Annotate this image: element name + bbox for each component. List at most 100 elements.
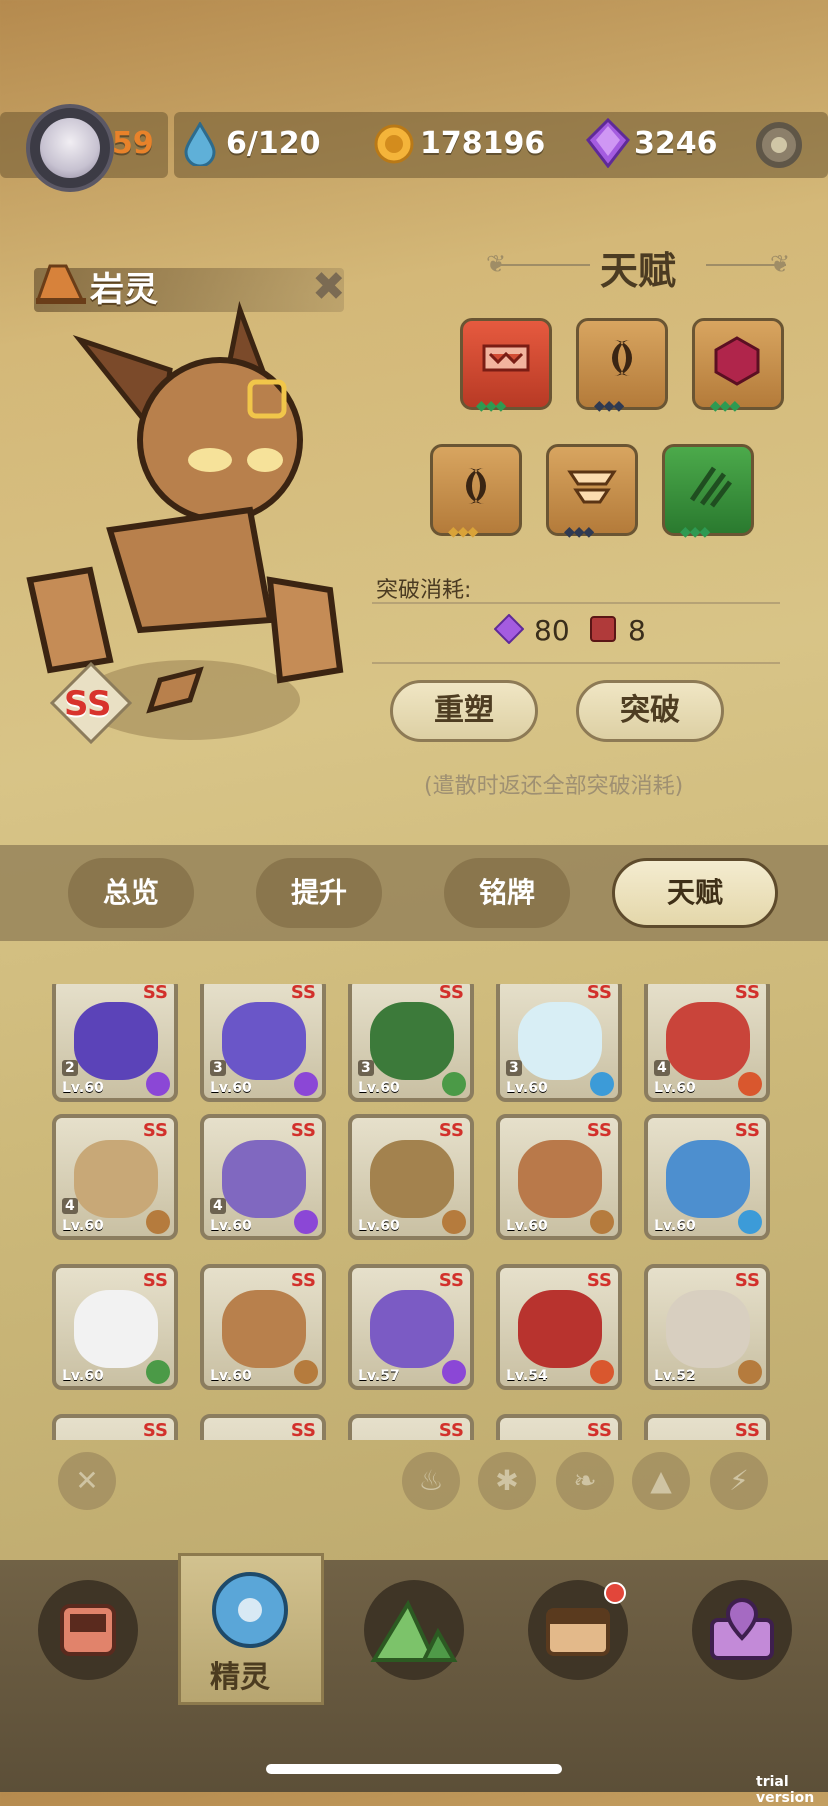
clear-filter-close-icon[interactable]: ✕ xyxy=(58,1452,116,1510)
spirit-card[interactable]: SS xyxy=(200,1414,326,1440)
nav-spirit-label: 精灵 xyxy=(210,1660,270,1695)
card-level: Lv.60 xyxy=(506,1218,548,1234)
breakthrough-hint: (遣散时返还全部突破消耗) xyxy=(424,774,684,799)
ice-filter-icon[interactable]: ✱ xyxy=(478,1452,536,1510)
spirit-card[interactable]: SS Lv.60 xyxy=(52,1264,178,1390)
spirit-portrait xyxy=(370,1290,454,1368)
map-pin-icon xyxy=(710,1597,774,1660)
card-level: Lv.60 xyxy=(654,1218,696,1234)
avatar-portrait xyxy=(40,118,100,178)
spirit-card[interactable]: SS 3 Lv.60 xyxy=(496,984,622,1102)
tab-nameplate[interactable]: 铭牌 xyxy=(444,858,570,928)
divider xyxy=(500,264,590,266)
card-star: 4 xyxy=(62,1198,78,1214)
card-rank: SS xyxy=(586,1120,612,1141)
gem-icon xyxy=(494,614,524,644)
cost-gems-value: 80 xyxy=(534,614,570,647)
ice-element-icon xyxy=(738,1210,762,1234)
spirit-portrait xyxy=(370,1140,454,1218)
spirit-card[interactable]: SS 4 Lv.60 xyxy=(644,984,770,1102)
crescent-icon xyxy=(466,468,486,504)
card-rank: SS xyxy=(142,1420,168,1440)
spirit-card[interactable]: SS 3 Lv.60 xyxy=(348,984,474,1102)
earth-element-icon xyxy=(738,1360,762,1384)
breakthrough-button[interactable]: 突破 xyxy=(576,680,724,742)
crescent-icon xyxy=(612,340,632,376)
coin-value: 178196 xyxy=(420,126,546,161)
spirit-card-grid: SS 2 Lv.60 SS 3 Lv.60 SS 3 Lv.60 SS 3 Lv.60 SS 4 Lv.60… xyxy=(0,984,828,1440)
fire-filter-icon[interactable]: ♨ xyxy=(402,1452,460,1510)
earth-element-icon xyxy=(442,1210,466,1234)
gem-icon xyxy=(586,118,630,168)
card-rank: SS xyxy=(438,1270,464,1291)
spirit-portrait xyxy=(666,1290,750,1368)
lightning-element-icon xyxy=(442,1360,466,1384)
tab-talent[interactable]: 天赋 xyxy=(612,858,778,928)
spirit-card[interactable]: SS xyxy=(644,1414,770,1440)
spirit-card[interactable]: SS xyxy=(348,1414,474,1440)
player-level: 59 xyxy=(112,126,154,161)
earth-element-icon xyxy=(36,264,86,304)
hero-rank: SS xyxy=(64,684,112,724)
spirit-card[interactable]: SS 2 Lv.60 xyxy=(52,984,178,1102)
spirit-card[interactable]: SS Lv.54 xyxy=(496,1264,622,1390)
spirit-card[interactable]: SS 4 Lv.60 xyxy=(200,1114,326,1240)
top-resource-bar: 59 6/120 178196 3246 xyxy=(0,104,828,192)
talent-title: 天赋 xyxy=(600,249,677,293)
spirit-portrait xyxy=(666,1002,750,1080)
player-avatar[interactable] xyxy=(26,104,114,192)
talent-grade-dots: ◆◆◆ xyxy=(476,398,506,414)
nav-bag-icon[interactable] xyxy=(38,1580,138,1680)
card-star: 4 xyxy=(210,1198,226,1214)
card-rank: SS xyxy=(586,1420,612,1440)
mountain-icon xyxy=(370,1599,458,1662)
talent-grade-dots: ◆◆◆ xyxy=(564,524,594,540)
home-indicator[interactable] xyxy=(266,1764,562,1774)
tab-overview[interactable]: 总览 xyxy=(68,858,194,928)
nav-mountain-icon[interactable] xyxy=(364,1580,464,1680)
spirit-card[interactable]: SS Lv.60 xyxy=(496,1114,622,1240)
spirit-card[interactable]: SS xyxy=(52,1414,178,1440)
spirit-card[interactable]: SS Lv.57 xyxy=(348,1264,474,1390)
tab-upgrade[interactable]: 提升 xyxy=(256,858,382,928)
spirit-card[interactable]: SS Lv.60 xyxy=(348,1114,474,1240)
card-star: 2 xyxy=(62,1060,78,1076)
spirit-card[interactable]: SS 4 Lv.60 xyxy=(52,1114,178,1240)
spirit-card[interactable]: SS Lv.52 xyxy=(644,1264,770,1390)
lightning-filter-icon[interactable]: ⚡ xyxy=(710,1452,768,1510)
fire-element-icon xyxy=(738,1072,762,1096)
spirit-orb-icon xyxy=(212,1572,288,1648)
lightning-element-icon xyxy=(294,1210,318,1234)
spirit-card[interactable]: SS Lv.60 xyxy=(200,1264,326,1390)
earth-filter-icon[interactable]: ▲ xyxy=(632,1452,690,1510)
nav-map-pin-icon[interactable] xyxy=(692,1580,792,1680)
settings-gear-icon[interactable] xyxy=(756,122,802,168)
card-level: Lv.60 xyxy=(654,1080,696,1096)
cost-books-value: 8 xyxy=(628,614,646,647)
water-drop-icon xyxy=(184,122,216,166)
lightning-element-icon xyxy=(294,1072,318,1096)
spirit-portrait xyxy=(222,1290,306,1368)
talent-grade-dots: ◆◆◆ xyxy=(680,524,710,540)
reshape-button[interactable]: 重塑 xyxy=(390,680,538,742)
card-level: Lv.60 xyxy=(210,1368,252,1384)
card-rank: SS xyxy=(438,984,464,1003)
card-rank: SS xyxy=(142,984,168,1003)
card-level: Lv.60 xyxy=(210,1218,252,1234)
leaf-filter-icon[interactable]: ❧ xyxy=(556,1452,614,1510)
spirit-card[interactable]: SS Lv.60 xyxy=(644,1114,770,1240)
card-level: Lv.60 xyxy=(62,1218,104,1234)
card-rank: SS xyxy=(290,1270,316,1291)
spirit-portrait xyxy=(518,1290,602,1368)
card-rank: SS xyxy=(142,1120,168,1141)
spirit-portrait xyxy=(74,1290,158,1368)
spirit-portrait xyxy=(666,1140,750,1218)
card-level: Lv.60 xyxy=(358,1080,400,1096)
spirit-card[interactable]: SS 3 Lv.60 xyxy=(200,984,326,1102)
card-rank: SS xyxy=(586,984,612,1003)
lightning-element-icon xyxy=(146,1072,170,1096)
card-rank: SS xyxy=(734,984,760,1003)
spirit-card[interactable]: SS xyxy=(496,1414,622,1440)
talent-grade-dots: ◆◆◆ xyxy=(448,524,478,540)
talent-grade-dots: ◆◆◆ xyxy=(710,398,740,414)
